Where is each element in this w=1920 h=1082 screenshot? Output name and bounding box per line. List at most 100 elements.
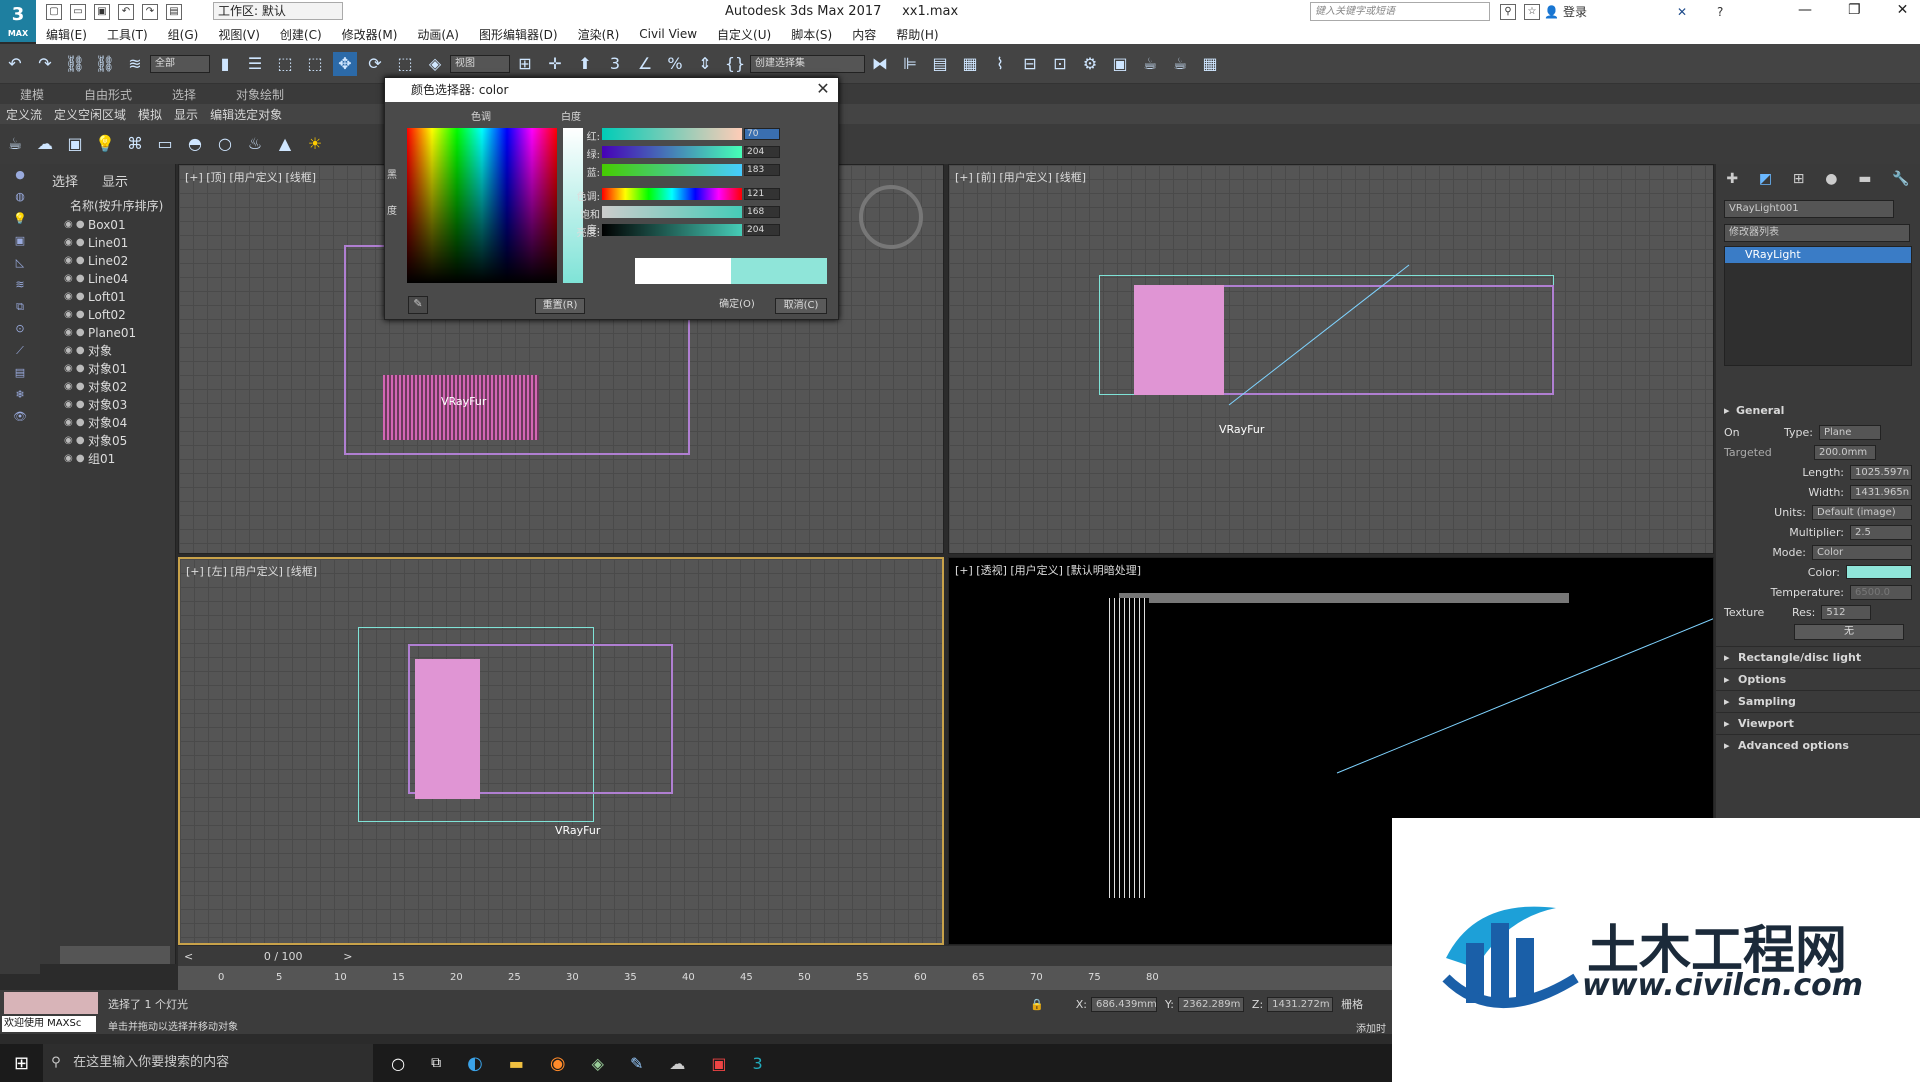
mirror-icon[interactable]: ⧓ [868, 52, 892, 76]
maximize-icon[interactable]: ❐ [1848, 2, 1861, 18]
menu-item[interactable]: 内容 [852, 26, 876, 43]
menu-item[interactable]: Civil View [639, 27, 697, 41]
select-object-icon[interactable]: ▮ [213, 52, 237, 76]
rotate-icon[interactable]: ⟳ [363, 52, 387, 76]
render-setup-icon[interactable]: ⚙ [1078, 52, 1102, 76]
texture-none-button[interactable]: 无 [1794, 624, 1904, 640]
mode-dropdown[interactable]: Color [1812, 544, 1912, 560]
reference-coord-dropdown[interactable]: 视图 [450, 54, 510, 73]
bone-filter-icon[interactable]: ⟋ [10, 344, 30, 362]
menu-item[interactable]: 编辑(E) [46, 26, 87, 43]
z-coordinate[interactable]: 1431.272m [1267, 996, 1334, 1012]
menu-item[interactable]: 组(G) [168, 26, 199, 43]
ribbon-subtab[interactable]: 定义空闲区域 [48, 106, 132, 123]
scene-item[interactable]: 对象02 [40, 378, 175, 396]
ribbon-icon[interactable]: ▦ [958, 52, 982, 76]
scene-item[interactable]: Loft02 [40, 306, 175, 324]
general-rollout[interactable]: General [1716, 400, 1920, 422]
camera-icon[interactable]: ⌘ [123, 132, 147, 156]
menu-item[interactable]: 动画(A) [417, 26, 459, 43]
curve-editor-icon[interactable]: ⌇ [988, 52, 1012, 76]
sun-icon[interactable]: ☀ [303, 132, 327, 156]
res-input[interactable]: 512 [1821, 604, 1872, 620]
scene-item[interactable]: Plane01 [40, 324, 175, 342]
cloud-icon[interactable]: ☁ [33, 132, 57, 156]
scene-item[interactable]: 对象 [40, 342, 175, 360]
ribbon-subtab[interactable]: 显示 [168, 106, 204, 123]
targeted-checkbox[interactable]: Targeted [1724, 446, 1794, 459]
value-slider[interactable] [602, 224, 742, 236]
menu-item[interactable]: 图形编辑器(D) [479, 26, 558, 43]
blue-input[interactable]: 183 [744, 164, 780, 176]
file-explorer-icon[interactable]: ▬ [509, 1054, 524, 1073]
explorer-scrollbar[interactable] [60, 946, 170, 964]
login-link[interactable]: 登录 [1563, 3, 1587, 20]
scene-item[interactable]: Line01 [40, 234, 175, 252]
edge-icon[interactable]: ◐ [467, 1053, 483, 1074]
help-icon[interactable]: ? [1717, 5, 1723, 19]
windows-start-icon[interactable]: ⊞ [14, 1053, 29, 1074]
hue-input[interactable]: 121 [744, 188, 780, 200]
render-active-icon[interactable]: ☕ [1168, 52, 1192, 76]
type-dropdown[interactable]: Plane [1818, 424, 1881, 440]
units-dropdown[interactable]: Default (image) [1812, 504, 1912, 520]
sketch-app-icon[interactable]: ✎ [630, 1054, 643, 1073]
hierarchy-tab-icon[interactable]: ⊞ [1793, 171, 1805, 187]
modifier-list-dropdown[interactable]: 修改器列表 [1724, 224, 1910, 242]
project-icon[interactable]: ▤ [166, 4, 182, 20]
red-slider[interactable] [602, 128, 742, 140]
menu-item[interactable]: 视图(V) [218, 26, 260, 43]
scene-item[interactable]: Line04 [40, 270, 175, 288]
binoculars-icon[interactable]: ⚲ [1500, 3, 1516, 20]
rollout-header[interactable]: Rectangle/disc light [1716, 646, 1920, 669]
selection-set-dropdown[interactable]: 创建选择集 [750, 54, 865, 73]
maxscript-listener[interactable] [4, 992, 98, 1014]
column-header[interactable]: 名称(按升序排序) [40, 196, 175, 216]
select-by-name-icon[interactable]: ☰ [243, 52, 267, 76]
undo-icon[interactable]: ↶ [3, 52, 27, 76]
selection-filter[interactable]: 全部 [150, 54, 210, 73]
scale-icon[interactable]: ⬚ [393, 52, 417, 76]
multiplier-input[interactable]: 2.5 [1850, 524, 1912, 540]
red-input[interactable]: 70 [744, 128, 780, 140]
cortana-icon[interactable]: ○ [391, 1054, 405, 1073]
modify-tab-icon[interactable]: ◩ [1759, 171, 1772, 187]
group-filter-icon[interactable]: ⧉ [10, 300, 30, 318]
light-icon[interactable]: 💡 [93, 132, 117, 156]
render-options-icon[interactable]: ▦ [1198, 52, 1222, 76]
rollout-header[interactable]: Viewport [1716, 712, 1920, 735]
ribbon-tab[interactable]: 自由形式 [64, 86, 152, 103]
frame-counter[interactable]: 0 / 100 [243, 950, 323, 963]
lock-icon[interactable]: 🔒 [1030, 998, 1044, 1011]
container-filter-icon[interactable]: ▤ [10, 366, 30, 384]
helper-filter-icon[interactable]: ◺ [10, 256, 30, 274]
ribbon-subtab[interactable]: 编辑选定对象 [204, 106, 288, 123]
green-slider[interactable] [602, 146, 742, 158]
unlink-icon[interactable]: ⛓ [93, 52, 117, 76]
viewport-label[interactable]: [+] [顶] [用户定义] [线框] [185, 169, 316, 185]
link-icon[interactable]: ⛓ [63, 52, 87, 76]
save-icon[interactable]: ▣ [94, 4, 110, 20]
redo-icon[interactable]: ↷ [33, 52, 57, 76]
redo-icon[interactable]: ↷ [142, 4, 158, 20]
tab-display[interactable]: 显示 [102, 171, 128, 190]
angle-snap-icon[interactable]: ∠ [633, 52, 657, 76]
value-input[interactable]: 204 [744, 224, 780, 236]
targeted-distance[interactable]: 200.0mm [1814, 444, 1876, 460]
cone-icon[interactable]: ▲ [273, 132, 297, 156]
rollout-header[interactable]: Options [1716, 668, 1920, 691]
frozen-filter-icon[interactable]: ❄ [10, 388, 30, 406]
menu-item[interactable]: 脚本(S) [791, 26, 832, 43]
scene-item[interactable]: 对象05 [40, 432, 175, 450]
geometry-icon[interactable]: ◍ [10, 190, 30, 208]
ok-button[interactable]: 确定(O) [711, 298, 763, 314]
cancel-button[interactable]: 取消(C) [775, 298, 827, 314]
hue-slider[interactable] [602, 188, 742, 200]
schematic-icon[interactable]: ⊟ [1018, 52, 1042, 76]
length-input[interactable]: 1025.597n [1850, 464, 1912, 480]
firefox-icon[interactable]: ◉ [550, 1053, 566, 1074]
object-name-input[interactable]: VRayLight001 [1724, 200, 1894, 218]
new-file-icon[interactable]: ▢ [46, 4, 62, 20]
move-icon[interactable]: ✥ [333, 51, 357, 76]
viewport-left[interactable]: [+] [左] [用户定义] [线框] VRayFur [178, 557, 944, 945]
